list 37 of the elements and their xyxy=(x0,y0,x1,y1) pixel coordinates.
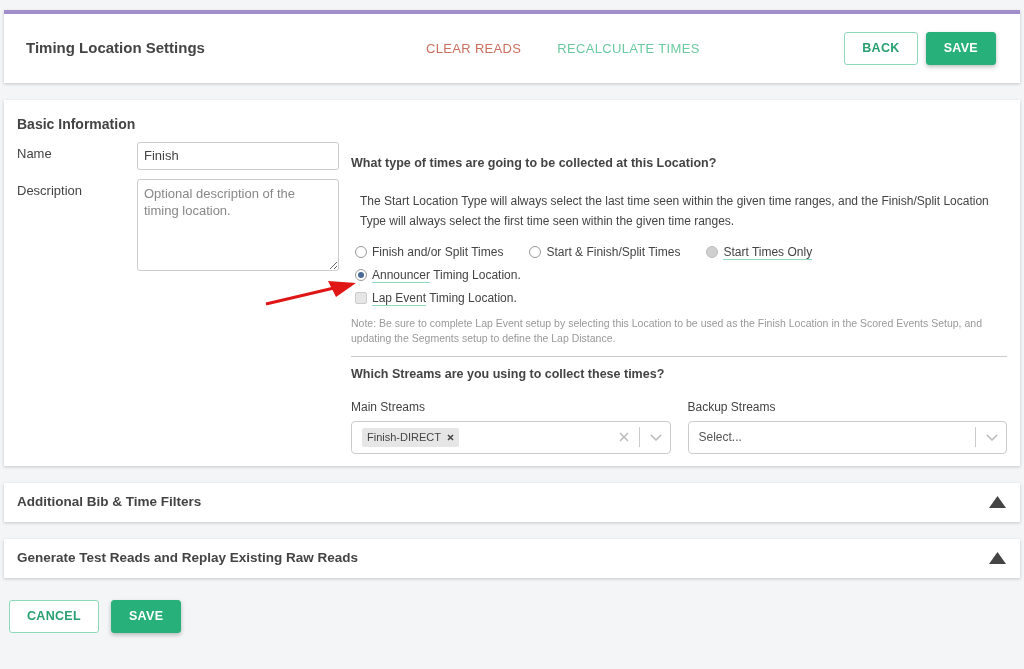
section-title: Basic Information xyxy=(17,115,137,134)
select-placeholder: Select... xyxy=(698,429,743,446)
chevron-down-icon[interactable] xyxy=(649,433,662,441)
question-heading: Which Streams are you using to collect these times? xyxy=(351,365,666,383)
name-field[interactable]: Finish xyxy=(137,142,339,170)
triangle-up-icon[interactable] xyxy=(989,496,1006,508)
radio-button[interactable] xyxy=(355,245,367,258)
backup-streams-select[interactable]: Select... xyxy=(687,420,1007,454)
question-heading: What type of times are going to be collected at this Location? xyxy=(351,155,718,172)
field-label: Main Streams xyxy=(351,398,427,416)
collapsible-section[interactable]: Additional Bib & Time Filters xyxy=(4,482,1020,522)
tag-label: Finish-DIRECT xyxy=(367,429,441,445)
note-text: Note: Be sure to complete Lap Event setup by selecting this Location to be used as the Finish Location in the Scored Events Setup, and updating the Segments setup to define the Lap Distance. xyxy=(351,315,983,346)
field-label: Description xyxy=(17,182,84,200)
chevron-down-icon[interactable] xyxy=(986,433,998,441)
radio-button[interactable] xyxy=(529,245,542,258)
main-streams-select[interactable]: Finish-DIRECT xyxy=(351,420,671,454)
checkbox[interactable] xyxy=(355,291,367,304)
option-label: Start & Finish/Split Times xyxy=(546,244,681,259)
option-label: Finish and/or Split Times xyxy=(372,244,504,259)
section-title: Generate Test Reads and Replay Existing Raw Reads xyxy=(17,548,359,567)
option-label: Timing Location. xyxy=(428,290,517,305)
hint-term[interactable]: Announcer xyxy=(372,267,431,283)
field-label: Backup Streams xyxy=(687,398,777,416)
page-title: Timing Location Settings xyxy=(26,38,206,59)
action-link[interactable]: CLEAR READS xyxy=(426,38,522,59)
description-field[interactable]: Optional description of the timing location. xyxy=(137,179,339,271)
remove-icon[interactable] xyxy=(446,433,454,441)
option-label: Timing Location. xyxy=(432,267,521,282)
explanation-text: The Start Location Type will always select the last time seen within the given time ranges, and the Finish/Split Location Type will always select the first time seen within the given time ranges. xyxy=(359,192,990,230)
radio-button[interactable] xyxy=(355,268,367,281)
collapsible-section[interactable]: Generate Test Reads and Replay Existing Raw Reads xyxy=(4,538,1020,578)
clear-icon[interactable] xyxy=(618,432,629,442)
field-label: Name xyxy=(17,145,53,163)
hint-term[interactable]: Lap Event xyxy=(372,290,427,306)
section-title: Additional Bib & Time Filters xyxy=(17,492,202,511)
triangle-up-icon[interactable] xyxy=(989,552,1006,564)
